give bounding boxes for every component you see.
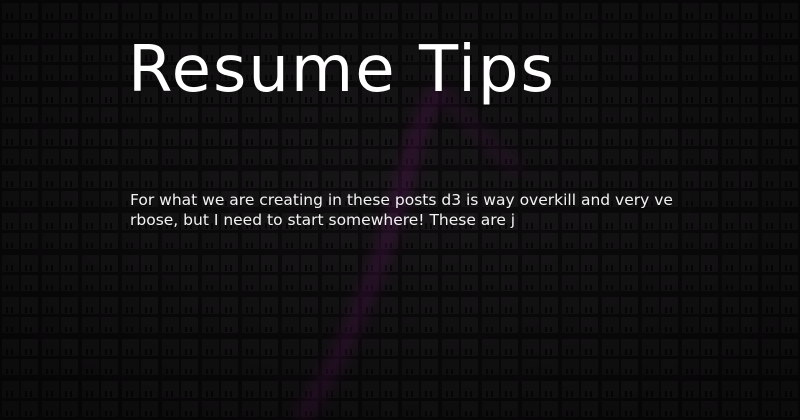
og-card: Resume Tips For what we are creating in … xyxy=(0,0,800,420)
post-title: Resume Tips xyxy=(128,33,556,107)
post-excerpt: For what we are creating in these posts … xyxy=(130,191,673,229)
